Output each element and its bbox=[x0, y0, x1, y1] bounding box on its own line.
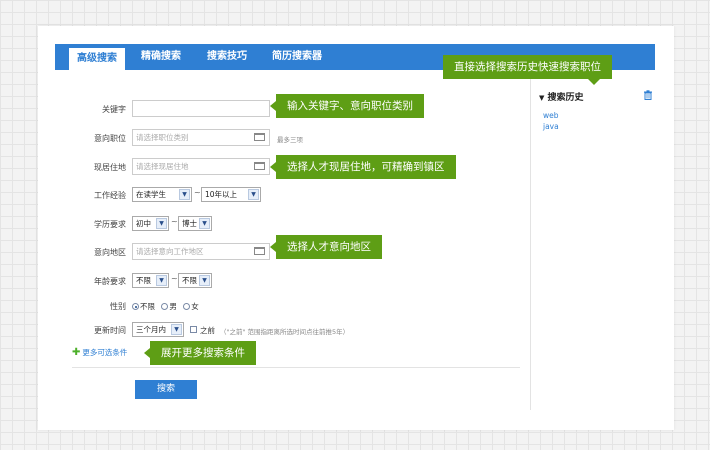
residence-placeholder: 请选择现居住地 bbox=[136, 162, 189, 171]
gender-option-male: 男 bbox=[169, 302, 177, 311]
update-time-label: 更新时间 bbox=[94, 326, 126, 335]
gender-radio-any[interactable] bbox=[132, 303, 139, 310]
experience-to-select[interactable]: 10年以上 ▼ bbox=[201, 187, 261, 202]
calendar-picker-icon bbox=[254, 247, 265, 255]
tab-search-tips[interactable]: 搜索技巧 bbox=[199, 44, 255, 70]
experience-label: 工作经验 bbox=[94, 191, 126, 200]
update-time-value: 三个月内 bbox=[136, 325, 166, 334]
gender-option-any: 不限 bbox=[140, 302, 155, 311]
tab-resume-searcher[interactable]: 简历搜索器 bbox=[265, 44, 329, 70]
experience-from-select[interactable]: 在读学生 ▼ bbox=[132, 187, 192, 202]
experience-from-value: 在读学生 bbox=[136, 190, 166, 199]
age-to-value: 不限 bbox=[182, 276, 197, 285]
history-item[interactable]: web bbox=[543, 111, 559, 120]
chevron-down-icon: ▼ bbox=[248, 189, 259, 200]
education-from-select[interactable]: 初中 ▼ bbox=[132, 216, 169, 231]
education-to-select[interactable]: 博士 ▼ bbox=[178, 216, 212, 231]
callout-more: 展开更多搜索条件 bbox=[144, 341, 256, 365]
callout-area: 选择人才意向地区 bbox=[270, 235, 382, 259]
intended-area-label: 意向地区 bbox=[94, 248, 126, 257]
experience-to-value: 10年以上 bbox=[205, 190, 238, 199]
callout-residence: 选择人才现居住地，可精确到镇区 bbox=[270, 155, 456, 179]
history-title-text: 搜索历史 bbox=[547, 93, 584, 103]
keyword-input[interactable] bbox=[132, 100, 270, 117]
update-time-note: （"之前" 范围指距离所选时间点往前推5年） bbox=[220, 328, 350, 336]
education-label: 学历要求 bbox=[94, 220, 126, 229]
chevron-down-icon: ▼ bbox=[179, 189, 190, 200]
history-item[interactable]: java bbox=[543, 122, 559, 131]
more-options-label: 更多可选条件 bbox=[82, 348, 128, 357]
job-category-placeholder: 请选择职位类别 bbox=[136, 133, 189, 142]
tab-advanced-search[interactable]: 高级搜索 bbox=[69, 48, 125, 70]
trash-icon[interactable] bbox=[643, 90, 653, 100]
intended-area-picker[interactable]: 请选择意向工作地区 bbox=[132, 243, 270, 260]
tab-precise-search[interactable]: 精确搜索 bbox=[133, 44, 189, 70]
more-options-link[interactable]: ✚ 更多可选条件 bbox=[72, 347, 127, 358]
calendar-picker-icon bbox=[254, 162, 265, 170]
chevron-down-icon: ▼ bbox=[199, 218, 210, 229]
calendar-picker-icon bbox=[254, 133, 265, 141]
education-to-value: 博士 bbox=[182, 219, 197, 228]
gender-radio-female[interactable] bbox=[183, 303, 191, 310]
gender-radio-male[interactable] bbox=[161, 303, 169, 310]
age-from-select[interactable]: 不限 ▼ bbox=[132, 273, 169, 288]
age-to-select[interactable]: 不限 ▼ bbox=[178, 273, 212, 288]
search-button[interactable]: 搜索 bbox=[135, 380, 197, 399]
chevron-down-icon: ▼ bbox=[171, 324, 182, 335]
residence-label: 现居住地 bbox=[94, 163, 126, 172]
education-separator: ~ bbox=[171, 217, 178, 226]
before-checkbox[interactable] bbox=[190, 326, 197, 333]
chevron-down-icon: ▼ bbox=[156, 275, 167, 286]
callout-keyword: 输入关键字、意向职位类别 bbox=[270, 94, 424, 118]
gender-option-female: 女 bbox=[191, 302, 199, 311]
job-category-label: 意向职位 bbox=[94, 134, 126, 143]
callout-history: 直接选择搜索历史快速搜索职位 bbox=[443, 55, 612, 85]
job-category-picker[interactable]: 请选择职位类别 bbox=[132, 129, 270, 146]
search-history-panel: ▼ 搜索历史 web java bbox=[530, 70, 654, 410]
education-from-value: 初中 bbox=[136, 219, 151, 228]
gender-radio-group: 不限 男 女 bbox=[132, 301, 203, 312]
plus-icon: ✚ bbox=[72, 347, 81, 358]
chevron-down-icon: ▼ bbox=[199, 275, 210, 286]
experience-separator: ~ bbox=[194, 188, 201, 197]
update-time-select[interactable]: 三个月内 ▼ bbox=[132, 322, 184, 337]
job-category-hint: 最多三项 bbox=[277, 136, 303, 144]
search-history-title: ▼ 搜索历史 bbox=[539, 90, 584, 103]
form-divider bbox=[72, 367, 520, 368]
keyword-label: 关键字 bbox=[102, 105, 126, 114]
caret-down-icon: ▼ bbox=[539, 94, 545, 102]
age-separator: ~ bbox=[171, 274, 178, 283]
before-label: 之前 bbox=[200, 326, 215, 335]
age-from-value: 不限 bbox=[136, 276, 151, 285]
residence-picker[interactable]: 请选择现居住地 bbox=[132, 158, 270, 175]
intended-area-placeholder: 请选择意向工作地区 bbox=[136, 247, 204, 256]
gender-label: 性别 bbox=[110, 302, 126, 311]
chevron-down-icon: ▼ bbox=[156, 218, 167, 229]
age-label: 年龄要求 bbox=[94, 277, 126, 286]
